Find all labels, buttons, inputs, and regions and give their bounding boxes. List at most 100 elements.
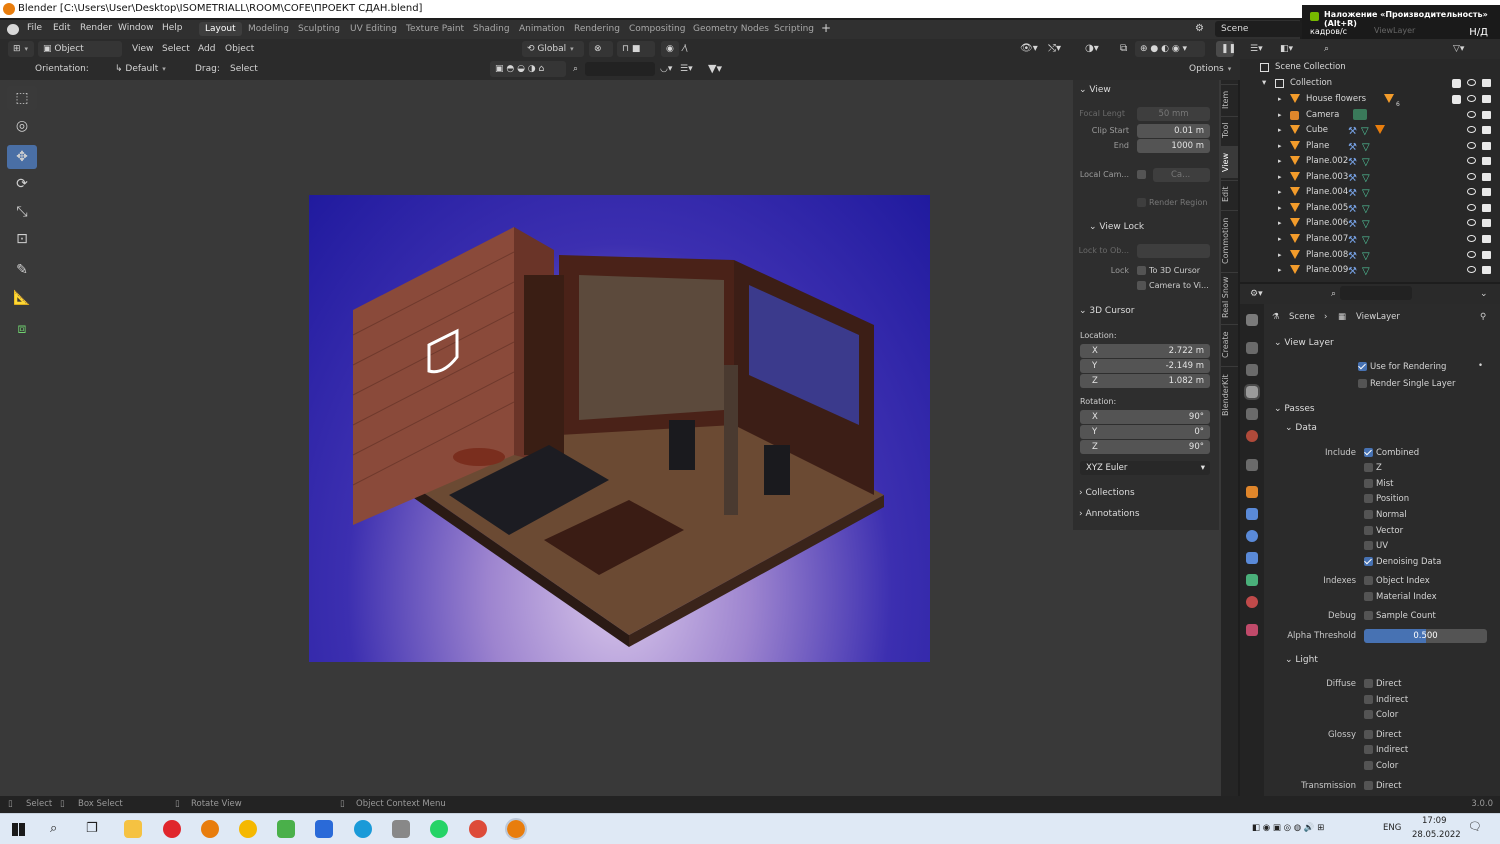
snap-button[interactable]: ⊓ ■ xyxy=(617,41,655,57)
language-indicator[interactable]: ENG xyxy=(1383,823,1401,833)
menu-window[interactable]: Window xyxy=(118,23,154,33)
menu-file[interactable]: File xyxy=(27,23,42,33)
outliner-item[interactable]: ▸ Plane.005 ⚒ ▽ xyxy=(1240,201,1500,216)
tool-tab-icon[interactable] xyxy=(1246,314,1258,326)
measure-tool[interactable]: 📐 xyxy=(7,286,37,310)
tab-blenderkit[interactable]: BlenderKit xyxy=(1221,366,1238,424)
annotate-tool[interactable]: ✎ xyxy=(7,258,37,282)
outliner-item[interactable]: ▸ Camera xyxy=(1240,108,1500,123)
collections-panel-title[interactable]: › Collections xyxy=(1079,488,1135,498)
calendar-icon[interactable] xyxy=(392,820,410,838)
camera-render-icon[interactable] xyxy=(1482,172,1491,181)
eye-icon[interactable] xyxy=(1467,95,1476,102)
outliner-item[interactable]: ▸ Cube ⚒ ▽ xyxy=(1240,123,1500,138)
outliner-item[interactable]: ▸ Plane ⚒ ▽ xyxy=(1240,139,1500,154)
collection-checkbox[interactable] xyxy=(1452,79,1461,88)
render-single-layer-checkbox[interactable] xyxy=(1358,379,1367,388)
select-mode-buttons[interactable]: ▣ ◓ ◒ ◑ ⌂ xyxy=(490,61,566,77)
object-index-checkbox[interactable] xyxy=(1364,576,1373,585)
proportional-edit-button[interactable]: ◉ xyxy=(661,41,679,57)
lock-to-cursor-checkbox[interactable] xyxy=(1137,266,1146,275)
windows-start-icon[interactable] xyxy=(12,823,25,836)
outliner-item[interactable]: ▸ House flowers 6 xyxy=(1240,92,1500,108)
microsoft-store-icon[interactable] xyxy=(315,820,333,838)
overlays-icon[interactable]: ◑▾ xyxy=(1085,41,1099,57)
whatsapp-icon[interactable] xyxy=(430,820,448,838)
rotate-tool[interactable]: ⟳ xyxy=(7,172,37,196)
cursor-location-x[interactable]: X 2.722 m xyxy=(1080,344,1210,358)
tab-create[interactable]: Create xyxy=(1221,324,1238,364)
modifier-tab-icon[interactable] xyxy=(1246,508,1258,520)
workspace-tab-uv-editing[interactable]: UV Editing xyxy=(344,22,403,36)
camera-render-icon[interactable] xyxy=(1482,79,1491,87)
menu-edit[interactable]: Edit xyxy=(53,23,70,33)
outliner-item[interactable]: ▸ Plane.002 ⚒ ▽ xyxy=(1240,154,1500,169)
tab-commotion[interactable]: Commotion xyxy=(1221,210,1238,270)
camera-render-icon[interactable] xyxy=(1482,266,1491,275)
normal-pass-checkbox[interactable] xyxy=(1364,510,1373,519)
blender-menu-icon[interactable] xyxy=(7,24,19,35)
eye-icon[interactable] xyxy=(1467,219,1476,227)
eye-icon[interactable] xyxy=(1467,79,1476,86)
clock-time[interactable]: 17:09 xyxy=(1422,816,1447,826)
breadcrumb-view-layer[interactable]: ViewLayer xyxy=(1356,312,1400,322)
outliner-scene-collection[interactable]: Scene Collection xyxy=(1240,60,1500,75)
material-index-checkbox[interactable] xyxy=(1364,592,1373,601)
camera-render-icon[interactable] xyxy=(1482,110,1491,119)
workspace-tab-sculpting[interactable]: Sculpting xyxy=(292,22,346,36)
diffuse-color-checkbox[interactable] xyxy=(1364,710,1373,719)
workspace-tab-layout[interactable]: Layout xyxy=(199,22,242,36)
sample-count-checkbox[interactable] xyxy=(1364,611,1373,620)
scale-tool[interactable]: ⤡ xyxy=(7,200,37,224)
select-box-tool[interactable]: ⬚ xyxy=(7,86,37,110)
cursor-rotation-x[interactable]: X 90° xyxy=(1080,410,1210,424)
xray-icon[interactable]: ⧉ xyxy=(1120,41,1127,57)
menu-render[interactable]: Render xyxy=(80,23,112,33)
cursor-tool[interactable]: ◎ xyxy=(7,114,37,138)
particles-tab-icon[interactable] xyxy=(1246,530,1258,542)
select-menu[interactable]: Select xyxy=(162,41,190,57)
item-checkbox[interactable] xyxy=(1452,95,1461,104)
visibility-icon[interactable]: 👁▾ xyxy=(1020,41,1038,57)
diffuse-direct-checkbox[interactable] xyxy=(1364,679,1373,688)
outliner-item[interactable]: ▸ Plane.006 ⚒ ▽ xyxy=(1240,216,1500,231)
constraints-tab-icon[interactable] xyxy=(1246,574,1258,586)
annotations-panel-title[interactable]: › Annotations xyxy=(1079,509,1140,519)
animate-dot-icon[interactable]: • xyxy=(1478,361,1483,371)
object-mode-dropdown[interactable]: ▣ Object Mode▾ xyxy=(38,41,122,70)
tab-tool[interactable]: Tool xyxy=(1221,116,1238,144)
scene-name-field[interactable]: Scene xyxy=(1215,21,1302,37)
diffuse-indirect-checkbox[interactable] xyxy=(1364,695,1373,704)
breadcrumb-scene[interactable]: Scene xyxy=(1289,312,1315,322)
pin-icon[interactable]: ⚲ xyxy=(1480,312,1486,322)
object-menu[interactable]: Object xyxy=(225,41,254,57)
falloff-icon[interactable]: ⁄\ xyxy=(683,41,688,57)
clip-start-field[interactable]: 0.01 m xyxy=(1137,124,1210,138)
options-dropdown[interactable]: Options ▾ xyxy=(1184,61,1234,77)
camera-render-icon[interactable] xyxy=(1482,219,1491,228)
funnel-icon[interactable]: ▼▾ xyxy=(708,61,722,77)
texture-tab-icon[interactable] xyxy=(1246,624,1258,636)
use-for-rendering-checkbox[interactable] xyxy=(1358,362,1367,371)
workspace-tab-texture-paint[interactable]: Texture Paint xyxy=(400,22,470,36)
collection-tab-icon[interactable] xyxy=(1246,459,1258,471)
cursor-location-y[interactable]: Y -2.149 m xyxy=(1080,359,1210,373)
properties-search-input[interactable] xyxy=(1340,286,1412,300)
outliner-item[interactable]: ▸ Plane.008 ⚒ ▽ xyxy=(1240,248,1500,263)
workspace-tab-rendering[interactable]: Rendering xyxy=(568,22,626,36)
render-tab-icon[interactable] xyxy=(1246,342,1258,354)
filter-icon[interactable]: ▽▾ xyxy=(1453,41,1464,57)
blender-taskbar-icon[interactable] xyxy=(201,820,219,838)
uv-pass-checkbox[interactable] xyxy=(1364,541,1373,550)
display-mode-icon[interactable]: ◧▾ xyxy=(1280,41,1293,57)
creative-cloud-icon[interactable] xyxy=(277,820,295,838)
eye-icon[interactable] xyxy=(1467,126,1476,134)
outliner-item[interactable]: ▸ Plane.004 ⚒ ▽ xyxy=(1240,185,1500,200)
editor-type-button[interactable]: ⊞ ▾ xyxy=(8,41,34,57)
eye-icon[interactable] xyxy=(1467,203,1476,211)
view-layer-section[interactable]: ⌄ View Layer xyxy=(1274,338,1334,348)
cursor-location-z[interactable]: Z 1.082 m xyxy=(1080,374,1210,388)
chrome-icon[interactable] xyxy=(469,820,487,838)
file-explorer-icon[interactable] xyxy=(124,820,142,838)
mist-pass-checkbox[interactable] xyxy=(1364,479,1373,488)
